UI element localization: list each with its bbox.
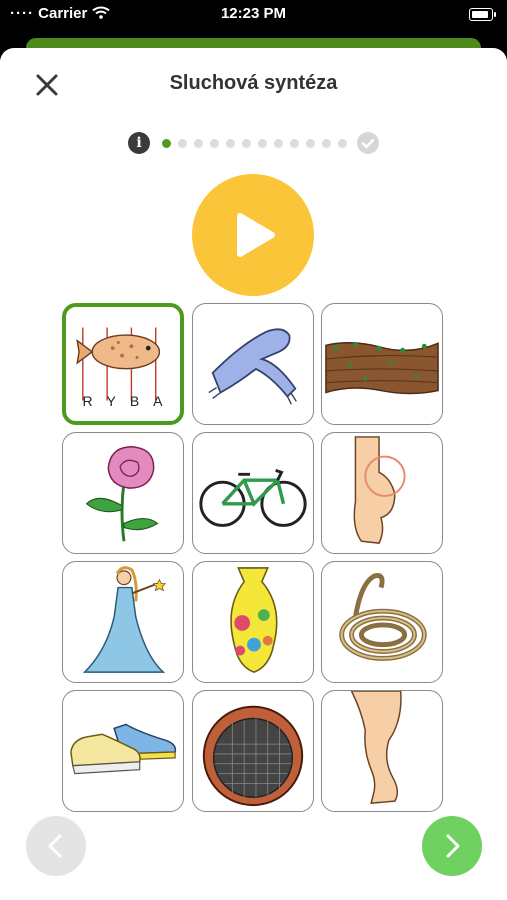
checkmark-icon bbox=[357, 132, 379, 154]
card-leg[interactable] bbox=[321, 690, 443, 812]
letter: Y bbox=[106, 393, 117, 409]
rope-icon bbox=[339, 573, 427, 661]
page-title: Sluchová syntéza bbox=[169, 72, 338, 94]
card-heel[interactable] bbox=[321, 432, 443, 554]
letter: A bbox=[153, 393, 164, 409]
card-bicycle[interactable] bbox=[192, 432, 314, 554]
progress-dot bbox=[226, 139, 235, 148]
scarf-icon bbox=[208, 328, 297, 405]
card-shoes[interactable] bbox=[62, 690, 184, 812]
card-fairy[interactable] bbox=[62, 561, 184, 683]
leg-icon bbox=[350, 691, 402, 804]
progress-dot bbox=[178, 139, 187, 148]
progress-dot bbox=[274, 139, 283, 148]
status-bar: ···· Carrier 12:23 PM bbox=[0, 0, 507, 30]
battery-icon bbox=[469, 8, 496, 21]
letter: B bbox=[129, 393, 141, 409]
word-letters: R Y B A bbox=[66, 393, 180, 409]
chevron-left-icon bbox=[48, 834, 62, 858]
rose-icon bbox=[85, 446, 159, 542]
progress-dot bbox=[258, 139, 267, 148]
play-button[interactable] bbox=[192, 174, 314, 296]
chevron-right-icon bbox=[446, 834, 460, 858]
progress-dot bbox=[306, 139, 315, 148]
progress-dot bbox=[338, 139, 347, 148]
letter: R bbox=[82, 393, 94, 409]
progress-dot bbox=[194, 139, 203, 148]
progress-dot bbox=[210, 139, 219, 148]
shoes-icon bbox=[70, 723, 177, 775]
info-icon[interactable]: i bbox=[128, 132, 150, 154]
progress-dot bbox=[290, 139, 299, 148]
sieve-icon bbox=[202, 705, 304, 807]
progress-dot bbox=[242, 139, 251, 148]
heel-icon bbox=[353, 436, 406, 544]
progress-dot bbox=[322, 139, 331, 148]
vase-icon bbox=[230, 567, 278, 674]
bicycle-icon bbox=[199, 468, 307, 527]
card-fish[interactable]: R Y B A bbox=[62, 303, 184, 425]
card-vase[interactable] bbox=[192, 561, 314, 683]
card-field[interactable] bbox=[321, 303, 443, 425]
previous-button[interactable] bbox=[26, 816, 86, 876]
play-icon bbox=[237, 213, 275, 257]
status-time: 12:23 PM bbox=[220, 5, 287, 22]
card-scarf[interactable] bbox=[192, 303, 314, 425]
card-sieve[interactable] bbox=[192, 690, 314, 812]
card-rose[interactable] bbox=[62, 432, 184, 554]
fairy-icon bbox=[82, 566, 167, 673]
progress-dot bbox=[162, 139, 171, 148]
next-button[interactable] bbox=[422, 816, 482, 876]
card-rope[interactable] bbox=[321, 561, 443, 683]
field-icon bbox=[325, 341, 439, 395]
